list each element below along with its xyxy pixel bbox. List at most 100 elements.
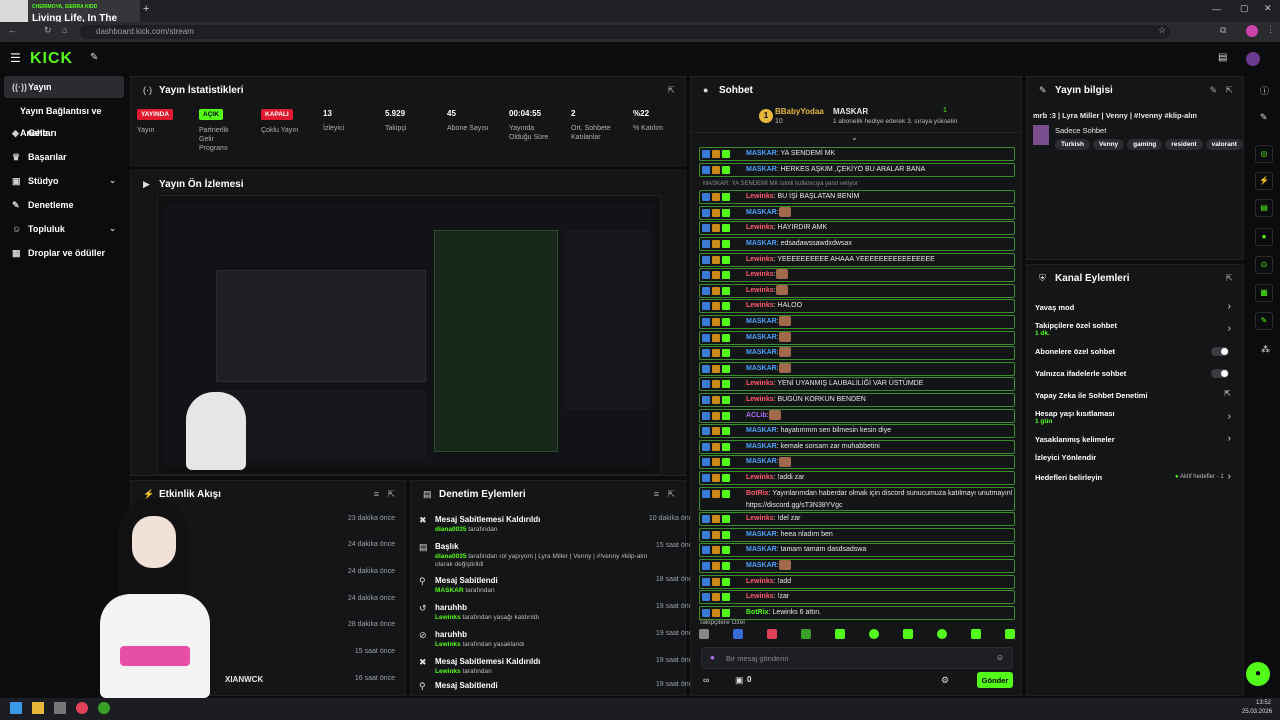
rail-more-icon[interactable]: ⁂: [1261, 344, 1270, 355]
chat-username[interactable]: MASKAR: [746, 443, 777, 450]
chat-message[interactable]: BotRix: Yayınlarımdan haberdar olmak içi…: [699, 486, 1015, 511]
chat-username[interactable]: Lewinks: [746, 474, 774, 481]
chat-message[interactable]: Lewinks: BU İŞİ BAŞLATAN BENİM: [699, 190, 1015, 205]
mic-icon[interactable]: ●: [710, 653, 715, 662]
chat-message[interactable]: ACLib:: [699, 408, 1015, 423]
chat-message[interactable]: MASKAR: HERKES AŞKIM ,ÇEKİYO BU ARALAR B…: [699, 162, 1015, 177]
reload-icon[interactable]: ↻: [44, 25, 52, 36]
chat-username[interactable]: Lewinks: [746, 224, 774, 231]
chat-username[interactable]: MASKAR: [746, 240, 777, 247]
rail-button-eye[interactable]: ◎: [1255, 145, 1273, 163]
chat-username[interactable]: MASKAR: [746, 531, 777, 538]
maximize-icon[interactable]: ▢: [1240, 3, 1249, 14]
rail-button-chat[interactable]: ●: [1255, 228, 1273, 246]
emote-icon[interactable]: [869, 629, 879, 639]
chat-message[interactable]: Lewinks: !addi zar: [699, 471, 1015, 485]
emote-icon[interactable]: [767, 629, 777, 639]
menu-dots-icon[interactable]: ⋮: [1266, 24, 1275, 35]
minimize-icon[interactable]: —: [1212, 4, 1221, 14]
subs-only-toggle[interactable]: [1211, 347, 1229, 356]
rail-button-wrench[interactable]: ✎: [1255, 312, 1273, 330]
pin-icon[interactable]: ✎: [90, 52, 98, 63]
chat-username[interactable]: MASKAR: [746, 209, 777, 216]
chat-message[interactable]: MASKAR:: [699, 361, 1015, 376]
rail-button-bolt[interactable]: ⚡: [1255, 172, 1273, 190]
sidebar-item-studyo[interactable]: ▣ Stüdyo ⌄: [4, 170, 124, 192]
taskbar-app-icon[interactable]: [54, 702, 66, 714]
chat-message[interactable]: MASKAR:: [699, 559, 1015, 573]
edit-icon[interactable]: ✎: [1209, 85, 1217, 96]
chat-username[interactable]: ACLib: [746, 412, 767, 419]
chat-message[interactable]: Lewinks:: [699, 283, 1015, 298]
chat-message[interactable]: MASKAR: heea nladım ben: [699, 527, 1015, 542]
sidebar-item-stream-key[interactable]: Yayın Bağlantısı ve Anahtarı: [4, 100, 124, 138]
emote-icon[interactable]: [801, 629, 811, 639]
chat-username[interactable]: MASKAR: [746, 562, 777, 569]
chat-message[interactable]: Lewinks: !del zar: [699, 512, 1015, 527]
rail-button-layout[interactable]: ▦: [1255, 284, 1273, 302]
chat-message[interactable]: MASKAR: hayatımmm sen bilmesin kesin diy…: [699, 424, 1015, 439]
tag[interactable]: Turkish: [1055, 139, 1090, 150]
chat-username[interactable]: Lewinks: [746, 256, 774, 263]
action-followers-only[interactable]: Takipçilere özel sohbet 1 dk.: [1035, 321, 1235, 337]
sidebar-item-droplar[interactable]: ▦ Droplar ve ödüller: [4, 242, 124, 264]
tag[interactable]: resident: [1165, 139, 1203, 150]
rail-button-doc[interactable]: ▤: [1255, 199, 1273, 217]
chevron-right-icon[interactable]: ›: [1228, 471, 1231, 482]
home-icon[interactable]: ⌂: [62, 25, 67, 35]
chat-message[interactable]: Lewinks: YEEEEEEEEEE AHAAA YEEEEEEEEEEEE…: [699, 252, 1015, 267]
filter-icon[interactable]: ≡: [654, 489, 659, 499]
chat-username[interactable]: BotRix: [746, 609, 769, 616]
stream-preview-video[interactable]: [157, 195, 661, 475]
floating-chat-button[interactable]: ●: [1246, 662, 1270, 686]
emote-icon[interactable]: [835, 629, 845, 639]
chat-username[interactable]: Lewinks: [746, 287, 774, 294]
chat-message[interactable]: Lewinks: BUGÜN KORKUN BENDEN: [699, 393, 1015, 407]
chat-username[interactable]: Lewinks: [746, 515, 774, 522]
emote-icon[interactable]: [937, 629, 947, 639]
chat-username[interactable]: MASKAR: [746, 546, 777, 553]
chat-message[interactable]: Lewinks: !zar: [699, 590, 1015, 605]
chat-message[interactable]: MASKAR: tamam tamam dasdsadswa: [699, 543, 1015, 558]
taskbar-app-icon[interactable]: [76, 702, 88, 714]
chat-username[interactable]: Lewinks: [746, 578, 774, 585]
sidebar-item-denetleme[interactable]: ✎ Denetleme: [4, 194, 124, 216]
chevron-right-icon[interactable]: ›: [1228, 301, 1231, 312]
chat-message[interactable]: Lewinks: HALOO: [699, 299, 1015, 314]
chevron-right-icon[interactable]: ›: [1228, 433, 1231, 444]
dashboard-icon[interactable]: ▤: [1218, 52, 1227, 63]
chat-username[interactable]: MASKAR: [746, 150, 777, 157]
chat-message[interactable]: MASKAR:: [699, 330, 1015, 345]
rail-button-radio[interactable]: ⊙: [1255, 256, 1273, 274]
address-bar[interactable]: dashboard.kick.com/stream: [80, 25, 1170, 39]
chat-username[interactable]: Lewinks: [746, 271, 774, 278]
emote-icon[interactable]: [699, 629, 709, 639]
popout-icon[interactable]: ⇱: [667, 489, 675, 500]
chat-username[interactable]: BotRix: [746, 490, 769, 497]
tag[interactable]: valorant: [1205, 139, 1243, 150]
chevron-right-icon[interactable]: ›: [1228, 323, 1231, 334]
chat-input[interactable]: ● Bir mesaj gönderin ☺: [701, 647, 1013, 669]
sidebar-item-topluluk[interactable]: ☺ Topluluk ⌄: [4, 218, 124, 240]
sidebar-item-gelir[interactable]: ◆ Gelir: [4, 122, 124, 144]
chat-settings-icon[interactable]: ⚙: [941, 675, 949, 686]
chat-username[interactable]: Lewinks: [746, 396, 774, 403]
folder-icon[interactable]: [32, 702, 44, 714]
popout-icon[interactable]: ⇱: [387, 489, 395, 500]
action-banned-words[interactable]: Yasaklanmış kelimeler: [1035, 435, 1235, 444]
bookmark-star-icon[interactable]: ☆: [1158, 25, 1166, 36]
chat-username[interactable]: MASKAR: [746, 458, 777, 465]
chat-message[interactable]: BotRix: Lewinks 6 attın.: [699, 605, 1015, 620]
popout-icon[interactable]: ⇱: [1225, 85, 1233, 96]
chat-message[interactable]: MASKAR:: [699, 455, 1015, 470]
gift-icon[interactable]: ▣: [735, 675, 744, 686]
close-icon[interactable]: ✕: [1264, 3, 1272, 14]
chat-username[interactable]: Lewinks: [746, 380, 774, 387]
extensions-icon[interactable]: ⧉: [1220, 25, 1226, 36]
tag[interactable]: Venny: [1093, 139, 1125, 150]
send-button[interactable]: Gönder: [977, 672, 1013, 688]
action-raid[interactable]: İzleyici Yönlendir: [1035, 453, 1235, 462]
info-icon[interactable]: ⓘ: [1260, 84, 1269, 97]
user-avatar[interactable]: [1246, 52, 1260, 66]
chat-message[interactable]: Lewinks: HAYIRDIR AMK: [699, 221, 1015, 236]
